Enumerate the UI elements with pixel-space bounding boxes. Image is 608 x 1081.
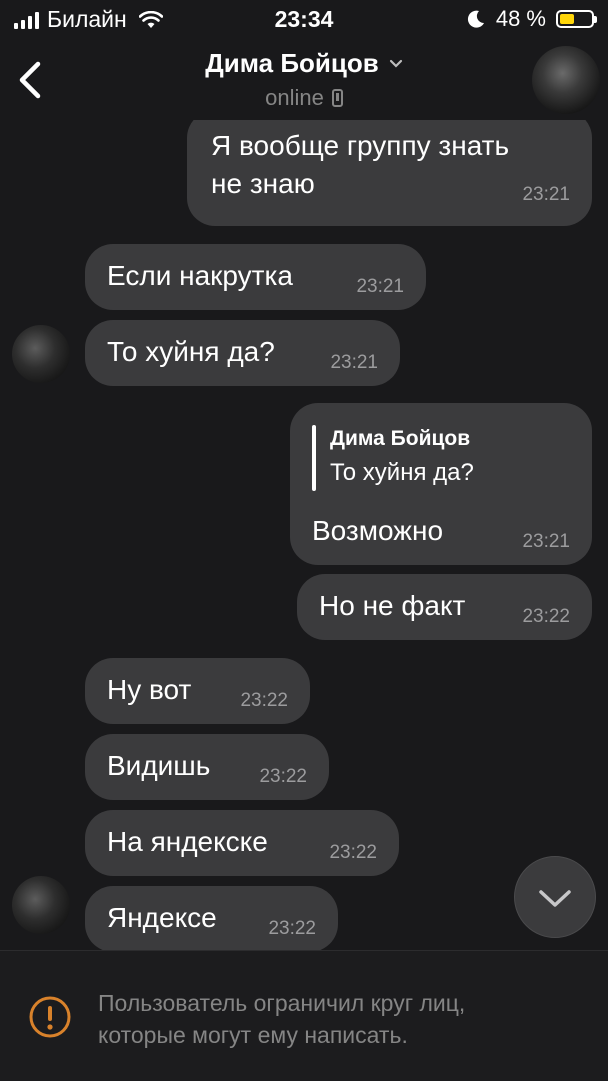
status-bar: Билайн 23:34 48 % bbox=[0, 0, 608, 40]
message-time: 23:22 bbox=[259, 766, 307, 787]
battery-fill bbox=[560, 14, 574, 24]
message-bubble-outgoing[interactable]: Я вообще группу знать не знаю 23:21 bbox=[187, 120, 592, 226]
message-time: 23:21 bbox=[356, 276, 404, 297]
message-text: Но не факт bbox=[319, 590, 466, 621]
message-bubble-incoming[interactable]: Ну вот 23:22 bbox=[85, 658, 310, 724]
quote-author: Дима Бойцов bbox=[330, 427, 471, 450]
message-time: 23:21 bbox=[522, 184, 570, 205]
contact-name: Дима Бойцов bbox=[205, 48, 379, 78]
status-right: 48 % bbox=[466, 6, 597, 32]
status-label: online bbox=[265, 85, 324, 110]
message-bubble-incoming[interactable]: Видишь 23:22 bbox=[85, 734, 329, 800]
message-list[interactable]: Я вообще группу знать не знаю 23:21 Если… bbox=[0, 120, 608, 950]
message-bubble-reply[interactable]: Дима Бойцов То хуйня да? Возможно 23:21 bbox=[290, 403, 592, 565]
message-time: 23:22 bbox=[329, 842, 377, 863]
message-time: 23:22 bbox=[522, 606, 570, 627]
message-bubble-outgoing[interactable]: Но не факт 23:22 bbox=[297, 574, 592, 640]
quote-text: То хуйня да? bbox=[330, 459, 474, 486]
chat-title[interactable]: Дима Бойцов bbox=[205, 48, 402, 79]
chat-title-area[interactable]: Дима Бойцов online bbox=[0, 48, 608, 111]
message-text: Если накрутка bbox=[107, 260, 293, 291]
message-bubble-incoming[interactable]: То хуйня да? 23:21 bbox=[85, 320, 400, 386]
notice-line: Пользователь ограничил круг лиц, bbox=[98, 990, 466, 1016]
message-text: Яндексе bbox=[107, 902, 217, 933]
message-text: Ну вот bbox=[107, 674, 192, 705]
message-time: 23:22 bbox=[268, 918, 316, 939]
message-bubble-incoming[interactable]: Если накрутка 23:21 bbox=[85, 244, 426, 310]
battery-percent: 48 % bbox=[495, 6, 546, 31]
battery-icon bbox=[556, 10, 597, 28]
write-restriction-banner: Пользователь ограничил круг лиц, которые… bbox=[0, 950, 608, 1081]
message-text: На яндекске bbox=[107, 826, 268, 857]
message-bubble-incoming[interactable]: На яндекске 23:22 bbox=[85, 810, 399, 876]
message-text: Возможно bbox=[312, 515, 444, 546]
sender-avatar[interactable] bbox=[12, 325, 70, 383]
mobile-icon bbox=[331, 89, 343, 107]
message-text: То хуйня да? bbox=[107, 336, 275, 367]
contact-status: online bbox=[265, 85, 343, 111]
chevron-down-icon bbox=[389, 59, 402, 68]
message-time: 23:21 bbox=[522, 531, 570, 552]
message-time: 23:22 bbox=[240, 690, 288, 711]
chat-header: Дима Бойцов online bbox=[0, 40, 608, 120]
scroll-to-bottom-button[interactable] bbox=[514, 856, 596, 938]
warning-icon bbox=[29, 996, 71, 1038]
moon-icon bbox=[467, 10, 484, 28]
message-bubble-incoming[interactable]: Яндексе 23:22 bbox=[85, 886, 338, 950]
quote-bar bbox=[312, 425, 316, 491]
message-text: не знаю bbox=[211, 168, 315, 199]
message-text: Я вообще группу знать bbox=[211, 130, 510, 161]
restriction-notice: Пользователь ограничил круг лиц, которые… bbox=[98, 987, 578, 1051]
sender-avatar[interactable] bbox=[12, 876, 70, 934]
message-text: Видишь bbox=[107, 750, 211, 781]
notice-line: которые могут ему написать. bbox=[98, 1022, 408, 1048]
contact-avatar[interactable] bbox=[532, 46, 600, 114]
chevron-down-icon bbox=[539, 890, 571, 907]
message-time: 23:21 bbox=[330, 352, 378, 373]
